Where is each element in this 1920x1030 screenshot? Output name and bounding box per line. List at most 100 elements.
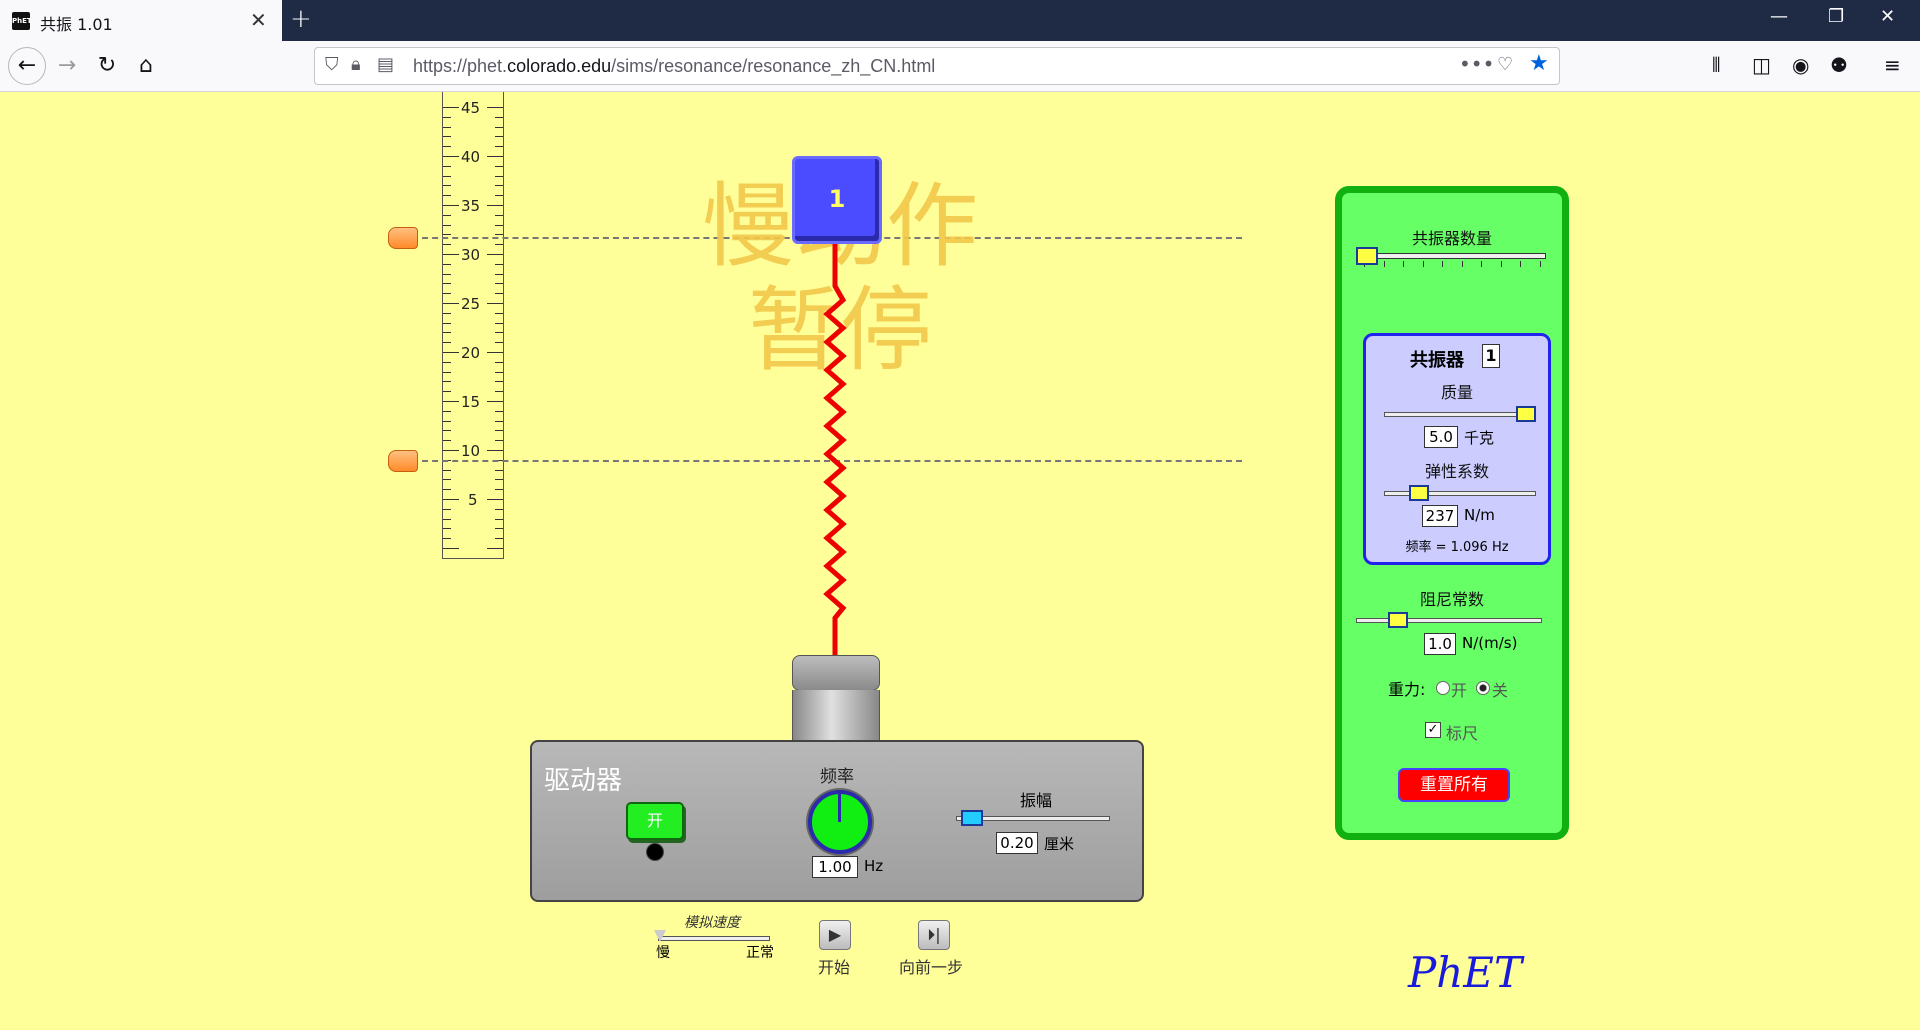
ruler-label: 45 [461, 99, 481, 117]
ruler-tick [495, 528, 503, 530]
minimize-icon[interactable]: — [1770, 6, 1788, 27]
permissions-icon[interactable]: ▤ [377, 54, 394, 75]
resonator-number-field[interactable]: 1 [1482, 344, 1500, 368]
ruler-tick [495, 342, 503, 344]
ruler-tick [495, 361, 503, 363]
ruler-tick [443, 528, 451, 530]
url-bar[interactable]: ⛉ 🔒︎ ▤ https://phet.colorado.edu/sims/re… [314, 47, 1560, 85]
sim-speed-slider[interactable] [658, 936, 770, 941]
damping-label: 阻尼常数 [1419, 590, 1484, 609]
driver-indicator-light [646, 843, 664, 861]
close-tab-icon[interactable]: ✕ [250, 8, 267, 32]
upper-line-handle[interactable] [388, 227, 418, 249]
reset-all-button[interactable]: 重置所有 [1398, 768, 1510, 802]
browser-titlebar [0, 0, 1920, 41]
step-button[interactable]: ⏵︎| [918, 920, 950, 950]
amplitude-slider-thumb[interactable] [960, 810, 983, 826]
shield-icon[interactable]: ⛉ [325, 54, 339, 75]
phet-logo[interactable]: PhET [1408, 948, 1522, 997]
ruler-tick [487, 205, 503, 206]
ruler-tick [443, 126, 451, 128]
frequency-knob[interactable] [808, 790, 872, 854]
sidebar-icon[interactable]: ◫ [1752, 53, 1771, 77]
ruler-tick [495, 312, 503, 314]
amplitude-unit: 厘米 [1044, 835, 1075, 853]
ruler-tick [495, 420, 503, 422]
ruler-tick [443, 450, 459, 451]
ruler-tick [495, 244, 503, 246]
spring-constant-input[interactable]: 237 [1422, 505, 1458, 527]
driver-frequency-input[interactable]: 1.00 [812, 856, 858, 878]
knob-pointer [838, 794, 841, 822]
ruler-tick [443, 508, 451, 510]
page-actions-icon[interactable]: ••• [1459, 52, 1494, 76]
ruler-tick [443, 420, 451, 422]
new-tab-icon[interactable]: + [290, 4, 312, 34]
damping-unit: N/(m/s) [1462, 634, 1518, 652]
ruler[interactable]: 45 40 35 30 25 20 15 10 5 [442, 92, 504, 559]
damping-slider[interactable] [1356, 618, 1542, 623]
ruler-checkbox[interactable]: ✓ [1425, 722, 1441, 738]
ruler-tick [443, 381, 451, 383]
damping-input[interactable]: 1.0 [1424, 633, 1456, 655]
ruler-tick [495, 391, 503, 393]
ruler-tick [443, 283, 451, 285]
ruler-tick [443, 352, 459, 353]
mass-block[interactable]: 1 [792, 156, 882, 244]
menu-icon[interactable]: ≡ [1884, 53, 1901, 77]
ruler-tick [495, 263, 503, 265]
ruler-tick [443, 146, 451, 148]
ruler-tick [495, 175, 503, 177]
url-text[interactable]: https://phet.colorado.edu/sims/resonance… [413, 56, 935, 77]
resonator-frequency-readout: 频率 = 1.096 Hz [1405, 540, 1509, 555]
back-icon[interactable]: ← [8, 47, 46, 85]
ruler-checkbox-label[interactable]: 标尺 [1446, 720, 1478, 744]
pocket-icon[interactable]: ♡ [1497, 54, 1513, 75]
ruler-tick [443, 293, 451, 295]
amplitude-input[interactable]: 0.20 [996, 832, 1038, 854]
account-icon[interactable]: ◉ [1792, 53, 1809, 77]
ruler-tick [443, 391, 451, 393]
ruler-tick [487, 107, 503, 108]
sim-speed-slider-thumb[interactable] [654, 930, 666, 942]
driver-on-button[interactable]: 开 [626, 802, 684, 840]
resonator-count-slider[interactable] [1358, 253, 1546, 259]
close-window-icon[interactable]: ✕ [1880, 6, 1895, 27]
control-panel: 共振器数量 共振器 1 质量 5.0 千克 弹性系数 237 N/m 频率 = … [1335, 186, 1569, 840]
play-button[interactable]: ▶ [819, 920, 851, 950]
reload-icon[interactable]: ↻ [90, 49, 124, 83]
gravity-on-label[interactable]: 开 [1451, 677, 1467, 701]
bookmark-star-icon[interactable]: ★ [1529, 51, 1549, 76]
ruler-tick [495, 273, 503, 275]
lock-icon[interactable]: 🔒︎ [351, 54, 361, 75]
resonator-count-slider-thumb[interactable] [1356, 247, 1378, 265]
ruler-label: 5 [468, 491, 478, 509]
ruler-tick [443, 136, 451, 138]
ruler-tick [443, 205, 459, 206]
gravity-on-radio[interactable] [1436, 681, 1450, 695]
library-icon[interactable]: ⫴ [1712, 53, 1720, 77]
spring-constant-slider[interactable] [1384, 491, 1536, 496]
restore-icon[interactable]: ❐ [1828, 6, 1844, 27]
ruler-tick [443, 244, 451, 246]
extensions-icon[interactable]: ⚉ [1830, 53, 1848, 77]
mass-slider-thumb[interactable] [1516, 406, 1536, 422]
gravity-off-label[interactable]: 关 [1492, 677, 1508, 701]
ruler-tick [495, 489, 503, 491]
spring-constant-slider-thumb[interactable] [1408, 485, 1429, 501]
mass-slider[interactable] [1384, 412, 1536, 417]
gravity-off-radio[interactable] [1476, 681, 1490, 695]
browser-tab[interactable]: PhET 共振 1.01 ✕ [0, 0, 282, 41]
tab-title: 共振 1.01 [40, 15, 113, 34]
ruler-tick [443, 410, 451, 412]
forward-icon[interactable]: → [50, 49, 84, 83]
home-icon[interactable]: ⌂ [129, 49, 163, 83]
ruler-tick [443, 107, 459, 108]
lower-line-handle[interactable] [388, 450, 418, 472]
damping-slider-thumb[interactable] [1387, 612, 1408, 628]
mass-input[interactable]: 5.0 [1424, 426, 1458, 448]
resonator-count-tick [1461, 261, 1463, 267]
resonator-count-tick [1500, 261, 1502, 267]
ruler-tick [495, 126, 503, 128]
ruler-tick [443, 499, 459, 500]
